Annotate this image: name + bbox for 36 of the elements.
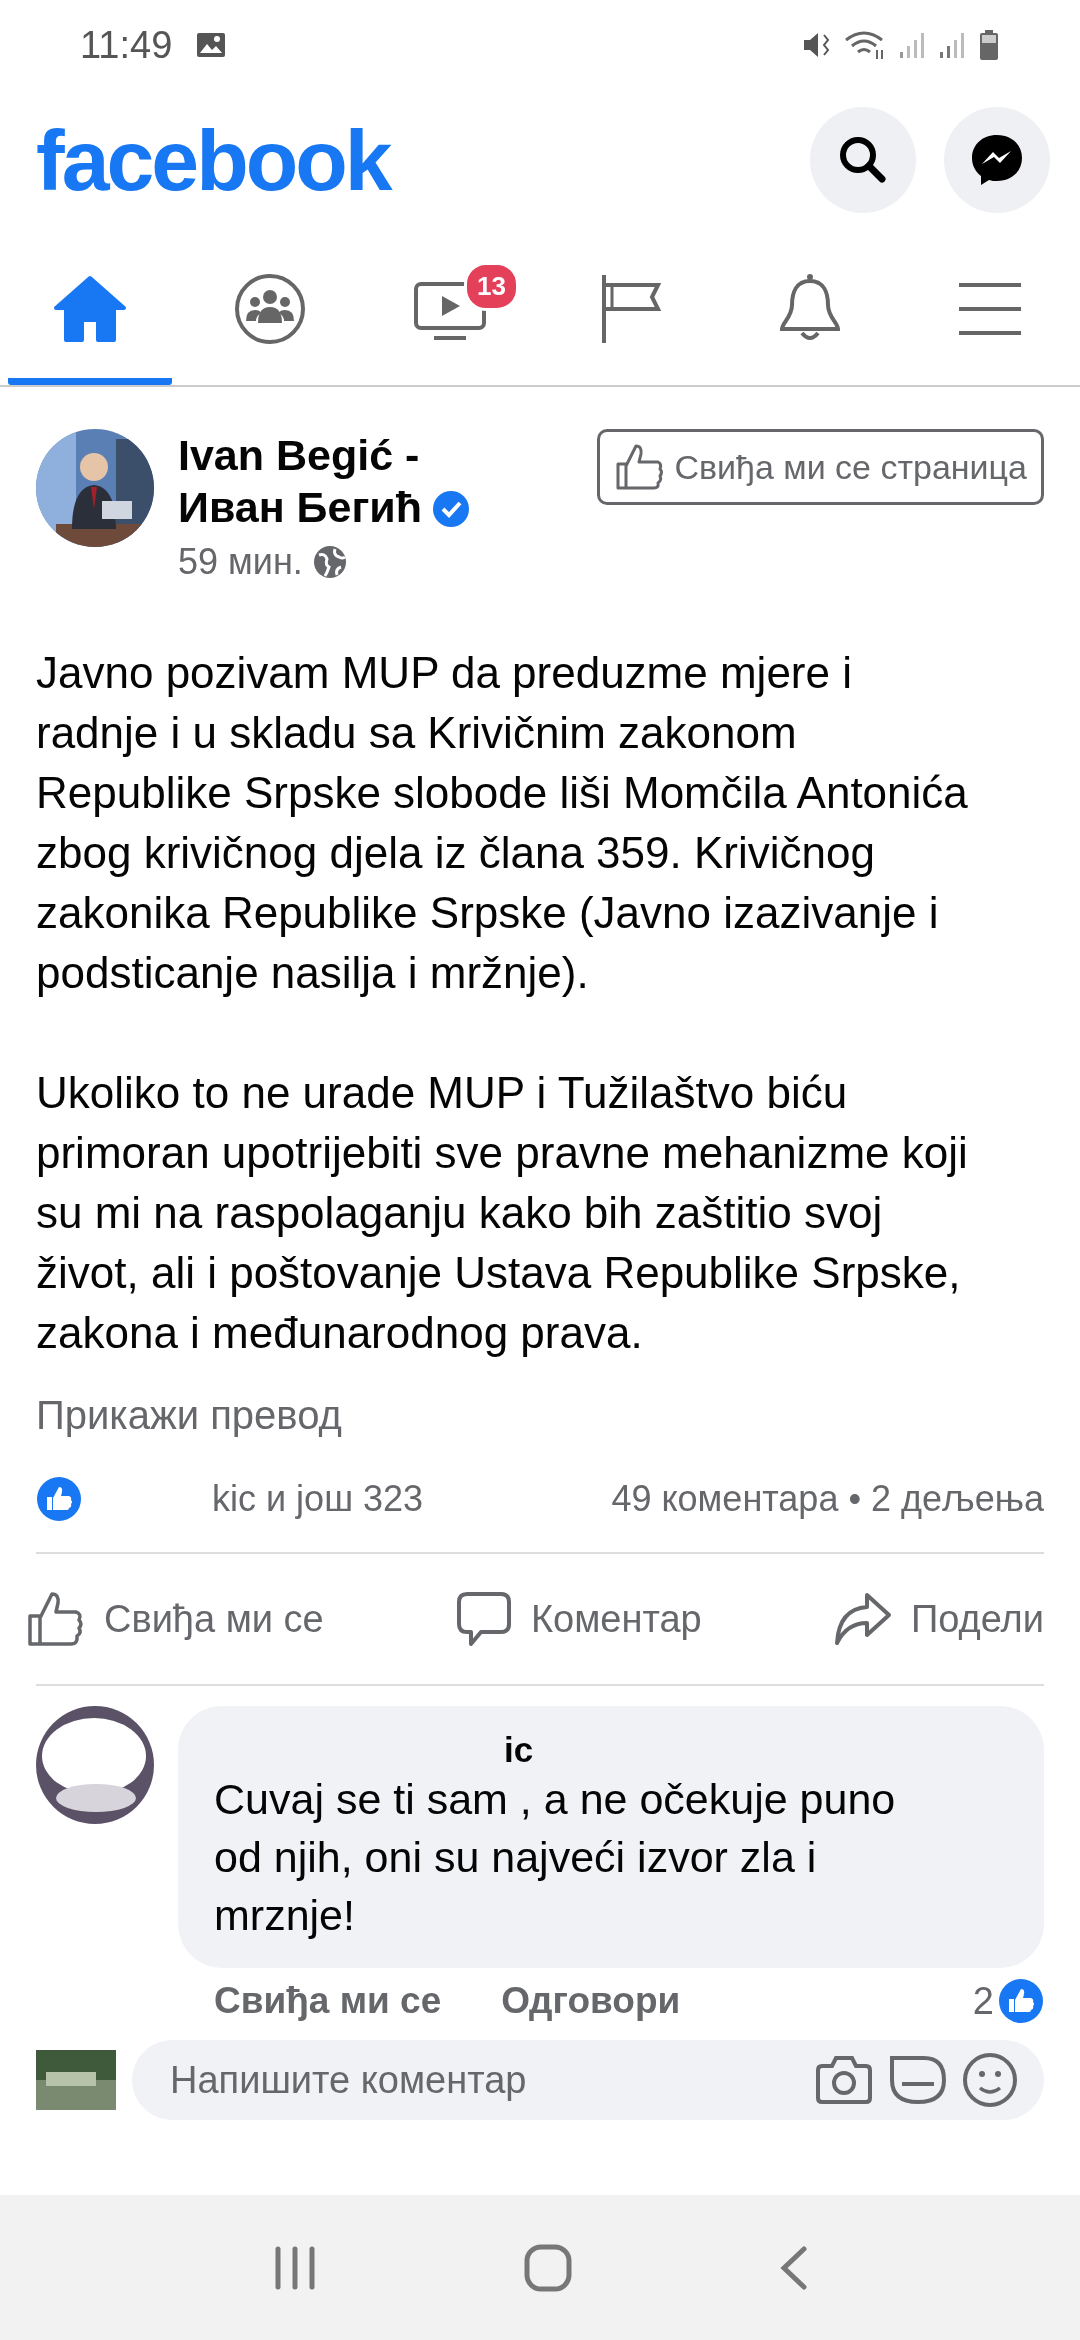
home-button[interactable] — [523, 2242, 573, 2293]
watch-tab[interactable]: 13 — [368, 240, 532, 385]
like-button[interactable]: Свиђа ми се — [26, 1590, 324, 1648]
commenter-name[interactable]: ic — [214, 1712, 534, 1770]
comment-share-count[interactable]: 49 коментара • 2 дељења — [611, 1478, 1044, 1520]
emoji-icon[interactable] — [962, 2052, 1018, 2108]
like-reaction-icon — [36, 1476, 82, 1522]
post-time: 59 мин. — [178, 541, 303, 583]
globe-icon — [312, 545, 347, 579]
comment-input[interactable]: Напишите коментар — [168, 2057, 800, 2103]
facebook-logo: facebook — [36, 110, 390, 210]
image-icon — [196, 32, 227, 58]
post-text: Ukoliko to ne urade MUP i Tužilaštvo biću primoran upotrijebiti sve pravne mehanizme koji su mi na raspolaganju kako bih zaštitio svoj život, ali i poštovanje Ustava Republike Srpske, zakona i međunarodnog prava. — [36, 1067, 969, 1359]
reaction-count: 2 — [972, 1979, 994, 2023]
post-text: Javno pozivam MUP da preduzme mjere i radnje i u skladu sa Krivičnim zakonom Republike Srpske slobode liši Momčila Antonića zbog krivičnog djela iz člana 359. Krivičnog zakonika Republike Srpske (Javno izazivanje i podsticanje nasilja i mržnje). — [36, 647, 969, 999]
translate-link[interactable]: Прикажи превод — [36, 1393, 342, 1438]
home-icon — [52, 274, 128, 344]
reaction-count[interactable]: kic и још 323 — [212, 1478, 424, 1520]
like-reaction-icon — [998, 1978, 1044, 2024]
like-page-button[interactable]: Свиђа ми се страница — [597, 429, 1044, 505]
groups-icon — [234, 273, 306, 345]
speech-bubble-icon — [454, 1590, 513, 1648]
notification-badge: 13 — [464, 262, 519, 311]
share-arrow-icon — [832, 1591, 893, 1647]
like-link[interactable]: Свиђа ми се — [214, 1980, 442, 2022]
comment-field[interactable]: Напишите коментар — [132, 2040, 1044, 2120]
share-button[interactable]: Подели — [832, 1591, 1044, 1647]
camera-icon[interactable] — [814, 2054, 874, 2106]
author-name[interactable]: Ivan Begić - Иван Бегић — [178, 429, 508, 533]
reply-link[interactable]: Одговори — [501, 1980, 681, 2022]
thumbs-up-icon — [26, 1590, 86, 1648]
menu-icon — [957, 281, 1023, 337]
comment-button[interactable]: Коментар — [454, 1590, 702, 1648]
status-time: 11:49 — [80, 23, 173, 67]
battery-icon — [978, 29, 1000, 61]
comment-text: Cuvaj se ti sam , a ne očekuje puno od njih, oni su najveći izvor zla i mrznje! — [214, 1774, 897, 1941]
